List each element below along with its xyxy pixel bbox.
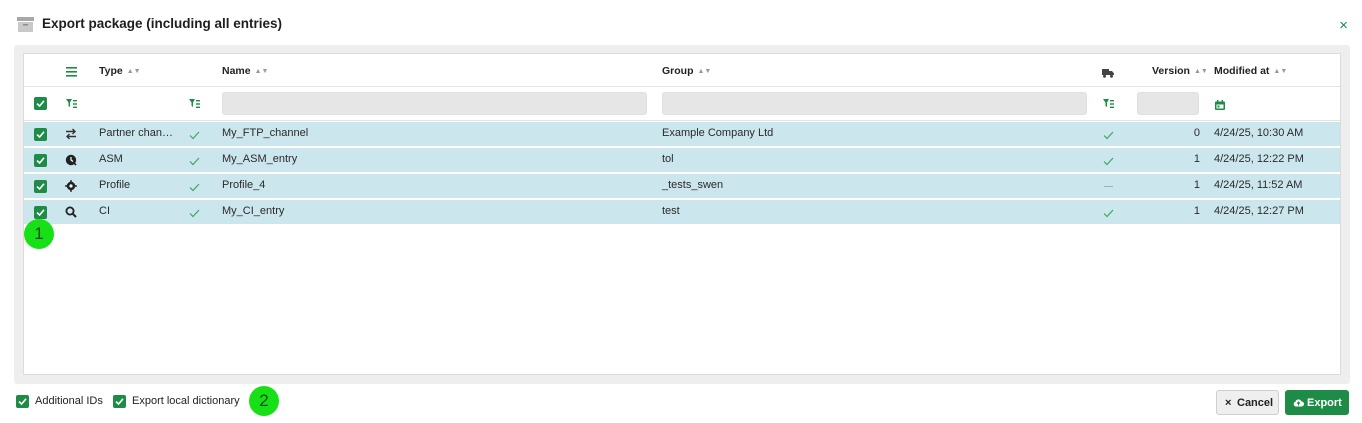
column-version-label: Version bbox=[1152, 65, 1190, 77]
column-header-type[interactable]: Type ▲▼ bbox=[99, 65, 141, 77]
sort-icon[interactable]: ▲▼ bbox=[1194, 68, 1208, 75]
check-icon bbox=[189, 207, 200, 218]
sort-icon[interactable]: ▲▼ bbox=[1273, 68, 1287, 75]
check-icon bbox=[189, 181, 200, 192]
modified-cell: 4/24/25, 12:27 PM bbox=[1214, 205, 1304, 217]
close-icon[interactable]: × bbox=[1339, 18, 1348, 33]
export-local-dictionary-label: Export local dictionary bbox=[132, 395, 240, 407]
name-cell: My_FTP_channel bbox=[222, 127, 309, 139]
dialog-title: Export package (including all entries) bbox=[42, 16, 283, 31]
filter-icon[interactable] bbox=[1103, 98, 1114, 108]
filter-icon[interactable] bbox=[189, 98, 200, 108]
export-button[interactable]: Export bbox=[1285, 390, 1349, 415]
name-filter-input[interactable] bbox=[222, 92, 647, 115]
check-icon bbox=[1103, 129, 1114, 140]
search-magnify-icon bbox=[65, 206, 77, 218]
check-icon bbox=[1103, 207, 1114, 218]
group-cell: test bbox=[662, 205, 680, 217]
additional-ids-checkbox[interactable] bbox=[16, 395, 29, 408]
check-icon bbox=[189, 155, 200, 166]
column-header-version[interactable]: Version ▲▼ bbox=[1152, 65, 1208, 77]
version-cell: 1 bbox=[1193, 205, 1200, 217]
version-cell: 1 bbox=[1193, 179, 1200, 191]
modified-cell: 4/24/25, 12:22 PM bbox=[1214, 153, 1304, 165]
export-local-dictionary-checkbox[interactable] bbox=[113, 395, 126, 408]
filter-row bbox=[24, 87, 1340, 121]
calendar-icon[interactable] bbox=[1215, 99, 1225, 110]
version-filter-input[interactable] bbox=[1137, 92, 1199, 115]
additional-ids-label: Additional IDs bbox=[35, 395, 103, 407]
table-row[interactable]: ASM My_ASM_entry tol 1 4/24/25, 12:22 PM bbox=[24, 148, 1340, 173]
filter-icon[interactable] bbox=[66, 98, 77, 108]
name-cell: My_CI_entry bbox=[222, 205, 285, 217]
export-button-label: Export bbox=[1307, 397, 1342, 409]
column-name-label: Name bbox=[222, 65, 251, 77]
type-cell: Partner chan… bbox=[99, 127, 173, 139]
table-frame: Type▲▼ Name▲▼ Group▲▼ Version▲▼ Modi bbox=[14, 45, 1350, 384]
archive-icon bbox=[17, 17, 34, 32]
dialog-title-bar: Export package (including all entries) × bbox=[0, 0, 1362, 46]
row-checkbox[interactable] bbox=[34, 128, 47, 141]
asm-badge-icon bbox=[65, 154, 77, 166]
table-row[interactable]: CI My_CI_entry test 1 4/24/25, 12:27 PM bbox=[24, 200, 1340, 225]
sort-icon[interactable]: ▲▼ bbox=[698, 68, 712, 75]
check-icon bbox=[1103, 155, 1114, 166]
sort-icon[interactable]: ▲▼ bbox=[127, 68, 141, 75]
row-checkbox[interactable] bbox=[34, 180, 47, 193]
column-modified-label: Modified at bbox=[1214, 65, 1270, 77]
type-cell: ASM bbox=[99, 153, 123, 165]
column-header-modified[interactable]: Modified at ▲▼ bbox=[1214, 65, 1287, 77]
version-cell: 1 bbox=[1193, 153, 1200, 165]
table-header: Type▲▼ Name▲▼ Group▲▼ Version▲▼ Modi bbox=[24, 54, 1340, 87]
type-cell: CI bbox=[99, 205, 110, 217]
group-filter-input[interactable] bbox=[662, 92, 1087, 115]
name-cell: Profile_4 bbox=[222, 179, 266, 191]
annotation-badge-1: 1 bbox=[24, 219, 54, 249]
modified-cell: 4/24/25, 10:30 AM bbox=[1214, 127, 1304, 139]
type-cell: Profile bbox=[99, 179, 131, 191]
select-all-checkbox[interactable] bbox=[34, 97, 47, 110]
dash-icon bbox=[1104, 186, 1113, 187]
table-row[interactable]: Partner chan… My_FTP_channel Example Com… bbox=[24, 122, 1340, 147]
truck-icon bbox=[1102, 67, 1114, 78]
profile-gear-icon bbox=[65, 180, 77, 192]
group-cell: _tests_swen bbox=[662, 179, 724, 191]
close-icon: × bbox=[1225, 397, 1232, 409]
column-group-label: Group bbox=[662, 65, 694, 77]
cancel-button-label: Cancel bbox=[1237, 397, 1274, 409]
name-cell: My_ASM_entry bbox=[222, 153, 298, 165]
group-cell: tol bbox=[662, 153, 674, 165]
column-header-group[interactable]: Group ▲▼ bbox=[662, 65, 711, 77]
row-checkbox[interactable] bbox=[34, 206, 47, 219]
entries-table: Type▲▼ Name▲▼ Group▲▼ Version▲▼ Modi bbox=[23, 53, 1341, 375]
sort-icon[interactable]: ▲▼ bbox=[255, 68, 269, 75]
menu-icon[interactable] bbox=[66, 66, 77, 77]
arrows-exchange-icon bbox=[65, 128, 77, 140]
annotation-badge-2: 2 bbox=[249, 386, 279, 416]
row-checkbox[interactable] bbox=[34, 154, 47, 167]
group-cell: Example Company Ltd bbox=[662, 127, 774, 139]
column-type-label: Type bbox=[99, 65, 123, 77]
check-icon bbox=[189, 129, 200, 140]
cloud-upload-icon bbox=[1293, 398, 1304, 410]
modified-cell: 4/24/25, 11:52 AM bbox=[1214, 179, 1303, 191]
column-header-name[interactable]: Name ▲▼ bbox=[222, 65, 268, 77]
table-row[interactable]: Profile Profile_4 _tests_swen 1 4/24/25,… bbox=[24, 174, 1340, 199]
cancel-button[interactable]: × Cancel bbox=[1216, 390, 1279, 415]
version-cell: 0 bbox=[1193, 127, 1200, 139]
